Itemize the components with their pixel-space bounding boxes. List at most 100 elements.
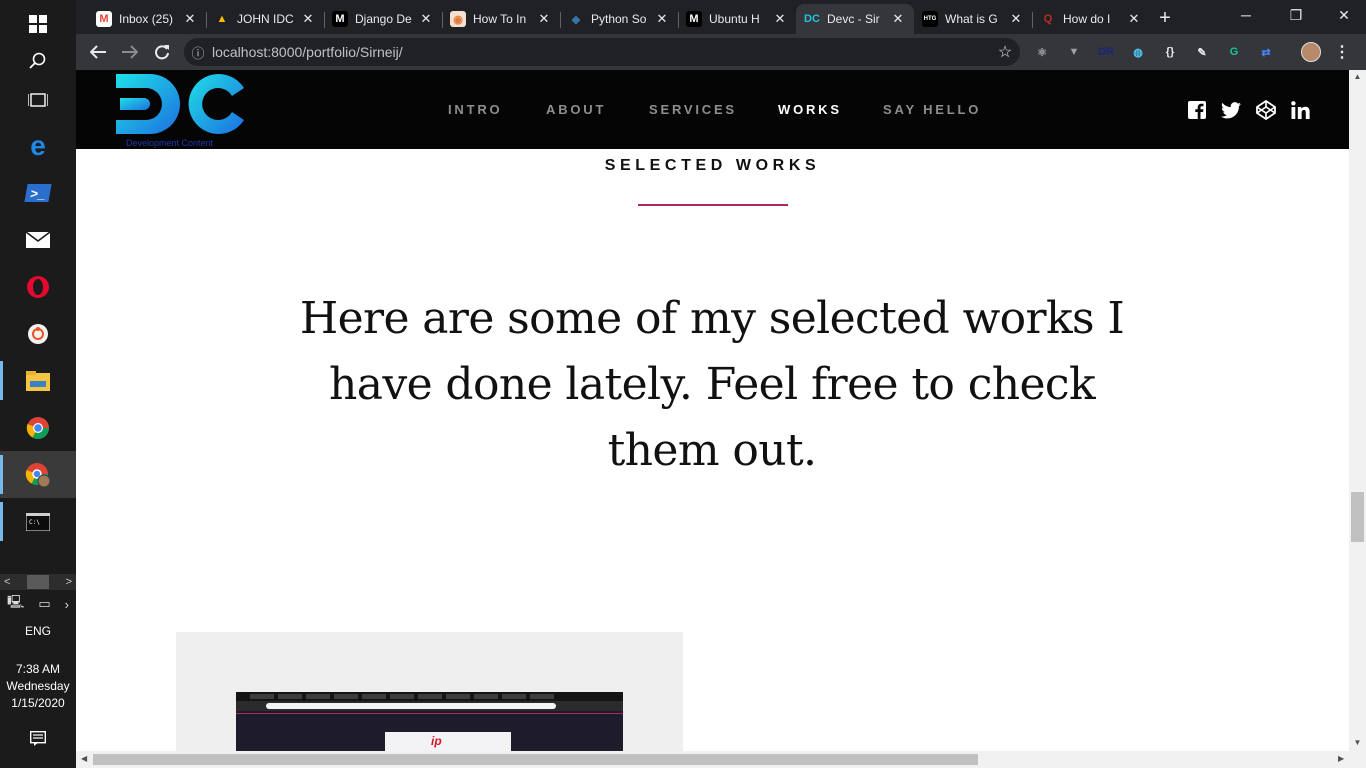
tab-close-icon[interactable]: ✕ xyxy=(1126,11,1142,27)
tab-close-icon[interactable]: ✕ xyxy=(300,11,316,27)
facebook-link[interactable] xyxy=(1187,100,1207,120)
scroll-left-icon[interactable]: ◀ xyxy=(81,754,87,763)
windows-taskbar: e >_ C:\ < > 🖳 ▭ › ENG 7:38 AM Wednesday… xyxy=(0,0,76,768)
tab-separator xyxy=(560,12,561,28)
forward-button[interactable] xyxy=(118,40,142,64)
back-button[interactable] xyxy=(86,40,110,64)
tab-title: Ubuntu H xyxy=(709,12,760,26)
close-window-button[interactable]: ✕ xyxy=(1320,0,1366,30)
browser-tab[interactable]: M Django De ✕ xyxy=(324,4,442,34)
browser-tab[interactable]: M Ubuntu H ✕ xyxy=(678,4,796,34)
tab-close-icon[interactable]: ✕ xyxy=(654,11,670,27)
scroll-right-icon[interactable]: > xyxy=(66,576,72,588)
horizontal-scrollbar[interactable]: ◀ ▶ xyxy=(76,751,1366,768)
taskbar-scrollbar[interactable]: < > xyxy=(0,574,76,590)
horizontal-scroll-thumb[interactable] xyxy=(93,754,978,765)
tab-close-icon[interactable]: ✕ xyxy=(1008,11,1024,27)
nav-link-works[interactable]: WORKS xyxy=(778,102,842,117)
json-viewer-icon[interactable]: {} xyxy=(1160,42,1180,62)
tab-separator xyxy=(1032,12,1033,28)
ubuntu-icon xyxy=(28,323,48,344)
minimize-button[interactable]: ─ xyxy=(1222,0,1270,30)
vertical-scrollbar[interactable]: ▲ ▼ xyxy=(1349,70,1366,751)
language-indicator[interactable]: ENG xyxy=(0,623,76,640)
site-logo[interactable]: Development Content xyxy=(116,72,250,148)
nav-link-say-hello[interactable]: SAY HELLO xyxy=(883,102,981,117)
browser-tab[interactable]: ◉ How To In ✕ xyxy=(442,4,560,34)
work-thumbnail[interactable]: ip xyxy=(236,692,623,751)
clock-time[interactable]: 7:38 AM xyxy=(0,661,76,678)
dark-reader-icon[interactable]: DR xyxy=(1096,42,1116,62)
tab-close-icon[interactable]: ✕ xyxy=(772,11,788,27)
restore-button[interactable]: ❐ xyxy=(1272,0,1320,30)
taskbar-app-terminal[interactable]: C:\ xyxy=(0,498,76,545)
tab-favicon-icon: M xyxy=(96,11,112,27)
browser-tab[interactable]: DC Devc - Sir ✕ xyxy=(796,4,914,34)
vue-devtools-icon[interactable]: ▼ xyxy=(1064,42,1084,62)
link-ext-icon[interactable]: ⇄ xyxy=(1256,42,1276,62)
browser-tab[interactable]: HTG What is G ✕ xyxy=(914,4,1032,34)
menu-kebab-icon[interactable]: ⋮ xyxy=(1332,42,1352,62)
tab-close-icon[interactable]: ✕ xyxy=(182,11,198,27)
scroll-up-icon[interactable]: ▲ xyxy=(1349,72,1366,81)
tab-title: Devc - Sir xyxy=(827,12,880,26)
taskbar-app-chrome-profile[interactable] xyxy=(0,451,76,498)
linkedin-link[interactable] xyxy=(1290,100,1310,120)
tab-separator xyxy=(206,12,207,28)
chevron-right-icon[interactable]: › xyxy=(65,597,69,612)
twitter-link[interactable] xyxy=(1221,100,1241,120)
task-view-button[interactable] xyxy=(0,76,76,123)
clock-date[interactable]: 1/15/2020 xyxy=(0,695,76,712)
color-picker-icon[interactable]: ✎ xyxy=(1192,42,1212,62)
tab-favicon-icon: M xyxy=(686,11,702,27)
chat-ext-icon[interactable]: ◍ xyxy=(1128,42,1148,62)
network-icon[interactable]: 🖳 xyxy=(7,593,24,615)
taskbar-scroll-thumb[interactable] xyxy=(27,575,49,589)
taskbar-app-file-explorer[interactable] xyxy=(0,357,76,404)
close-icon: ✕ xyxy=(1338,6,1350,23)
thumbnail-logo-mark: ip xyxy=(431,734,442,748)
browser-tab[interactable]: ▲ JOHN IDC ✕ xyxy=(206,4,324,34)
tab-separator xyxy=(324,12,325,28)
work-card[interactable]: ip xyxy=(176,632,683,751)
taskbar-app-opera[interactable] xyxy=(0,263,76,310)
browser-tab[interactable]: M Inbox (25) ✕ xyxy=(88,4,206,34)
site-info-icon[interactable]: ⓘ xyxy=(184,43,212,62)
twitter-icon xyxy=(1221,101,1241,118)
nav-link-services[interactable]: SERVICES xyxy=(649,102,737,117)
scroll-down-icon[interactable]: ▼ xyxy=(1349,738,1366,747)
reload-button[interactable] xyxy=(150,40,174,64)
grammarly-icon[interactable]: G xyxy=(1224,42,1244,62)
scroll-left-icon[interactable]: < xyxy=(4,576,10,588)
tab-close-icon[interactable]: ✕ xyxy=(418,11,434,27)
section-lead-text: Here are some of my selected works I hav… xyxy=(299,293,1125,476)
tab-close-icon[interactable]: ✕ xyxy=(890,11,906,27)
address-bar[interactable]: ⓘ localhost:8000/portfolio/Sirneij/ ☆ xyxy=(184,38,1020,66)
url-text[interactable]: localhost:8000/portfolio/Sirneij/ xyxy=(212,44,990,60)
browser-tab[interactable]: ◆ Python So ✕ xyxy=(560,4,678,34)
action-center-button[interactable] xyxy=(0,715,76,762)
vertical-scroll-thumb[interactable] xyxy=(1351,492,1364,542)
scroll-right-icon[interactable]: ▶ xyxy=(1338,754,1344,763)
bookmark-star-icon[interactable]: ☆ xyxy=(990,42,1020,62)
clock-day[interactable]: Wednesday xyxy=(0,678,76,695)
taskbar-app-chrome[interactable] xyxy=(0,404,76,451)
tab-separator xyxy=(678,12,679,28)
nav-link-intro[interactable]: INTRO xyxy=(448,102,502,117)
battery-icon[interactable]: ▭ xyxy=(38,596,50,612)
codepen-link[interactable] xyxy=(1256,100,1276,120)
taskbar-app-edge[interactable]: e xyxy=(0,122,76,169)
taskbar-app-powershell[interactable]: >_ xyxy=(0,169,76,216)
taskbar-app-mail[interactable] xyxy=(0,216,76,263)
tab-title: Python So xyxy=(591,12,647,26)
nav-link-about[interactable]: ABOUT xyxy=(546,102,606,117)
browser-tab[interactable]: Q How do I ✕ xyxy=(1032,4,1150,34)
profile-avatar[interactable] xyxy=(1301,42,1321,62)
new-tab-button[interactable]: + xyxy=(1154,8,1176,30)
tab-favicon-icon: HTG xyxy=(922,11,938,27)
logo-tagline: Development Content xyxy=(126,138,214,148)
svg-text:C:\: C:\ xyxy=(29,519,40,526)
taskbar-app-ubuntu[interactable] xyxy=(0,310,76,357)
tab-close-icon[interactable]: ✕ xyxy=(536,11,552,27)
react-devtools-icon[interactable]: ⚛ xyxy=(1032,42,1052,62)
